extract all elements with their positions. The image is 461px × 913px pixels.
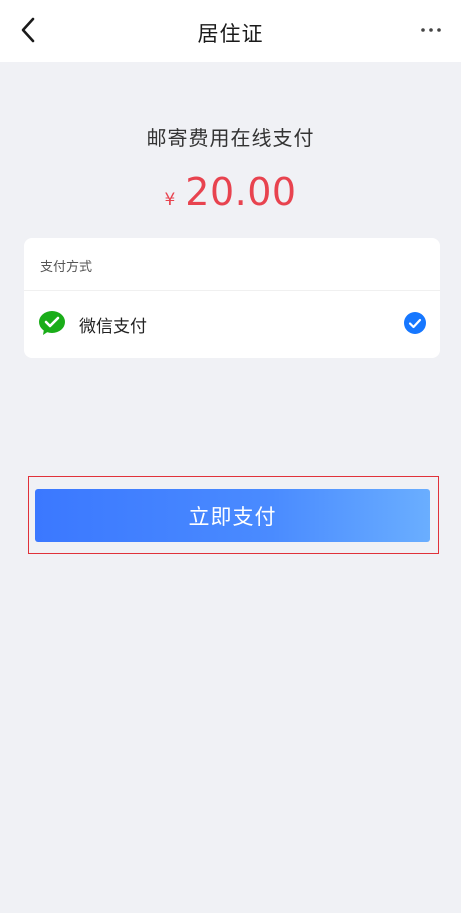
check-circle-icon[interactable] bbox=[404, 312, 426, 334]
currency-symbol: ¥ bbox=[164, 190, 176, 210]
payment-amount: ¥ 20.00 bbox=[0, 170, 461, 214]
more-button[interactable] bbox=[413, 14, 449, 46]
amount-value: 20.00 bbox=[185, 170, 297, 214]
page-title: 居住证 bbox=[197, 22, 264, 46]
payment-method-card: 支付方式 微信支付 bbox=[24, 238, 440, 358]
header-bar: 居住证 bbox=[0, 0, 461, 62]
page: 居住证 邮寄费用在线支付 ¥ 20.00 支付方式 微信支付 立即支付 bbox=[0, 0, 461, 913]
payment-method-label: 支付方式 bbox=[40, 260, 93, 275]
pay-now-button[interactable]: 立即支付 bbox=[35, 489, 430, 542]
more-horizontal-icon bbox=[421, 28, 441, 32]
payment-method-wechat[interactable]: 微信支付 bbox=[24, 291, 440, 358]
wechat-pay-icon bbox=[39, 311, 65, 335]
payment-method-name: 微信支付 bbox=[79, 317, 147, 337]
payment-title: 邮寄费用在线支付 bbox=[146, 126, 315, 150]
